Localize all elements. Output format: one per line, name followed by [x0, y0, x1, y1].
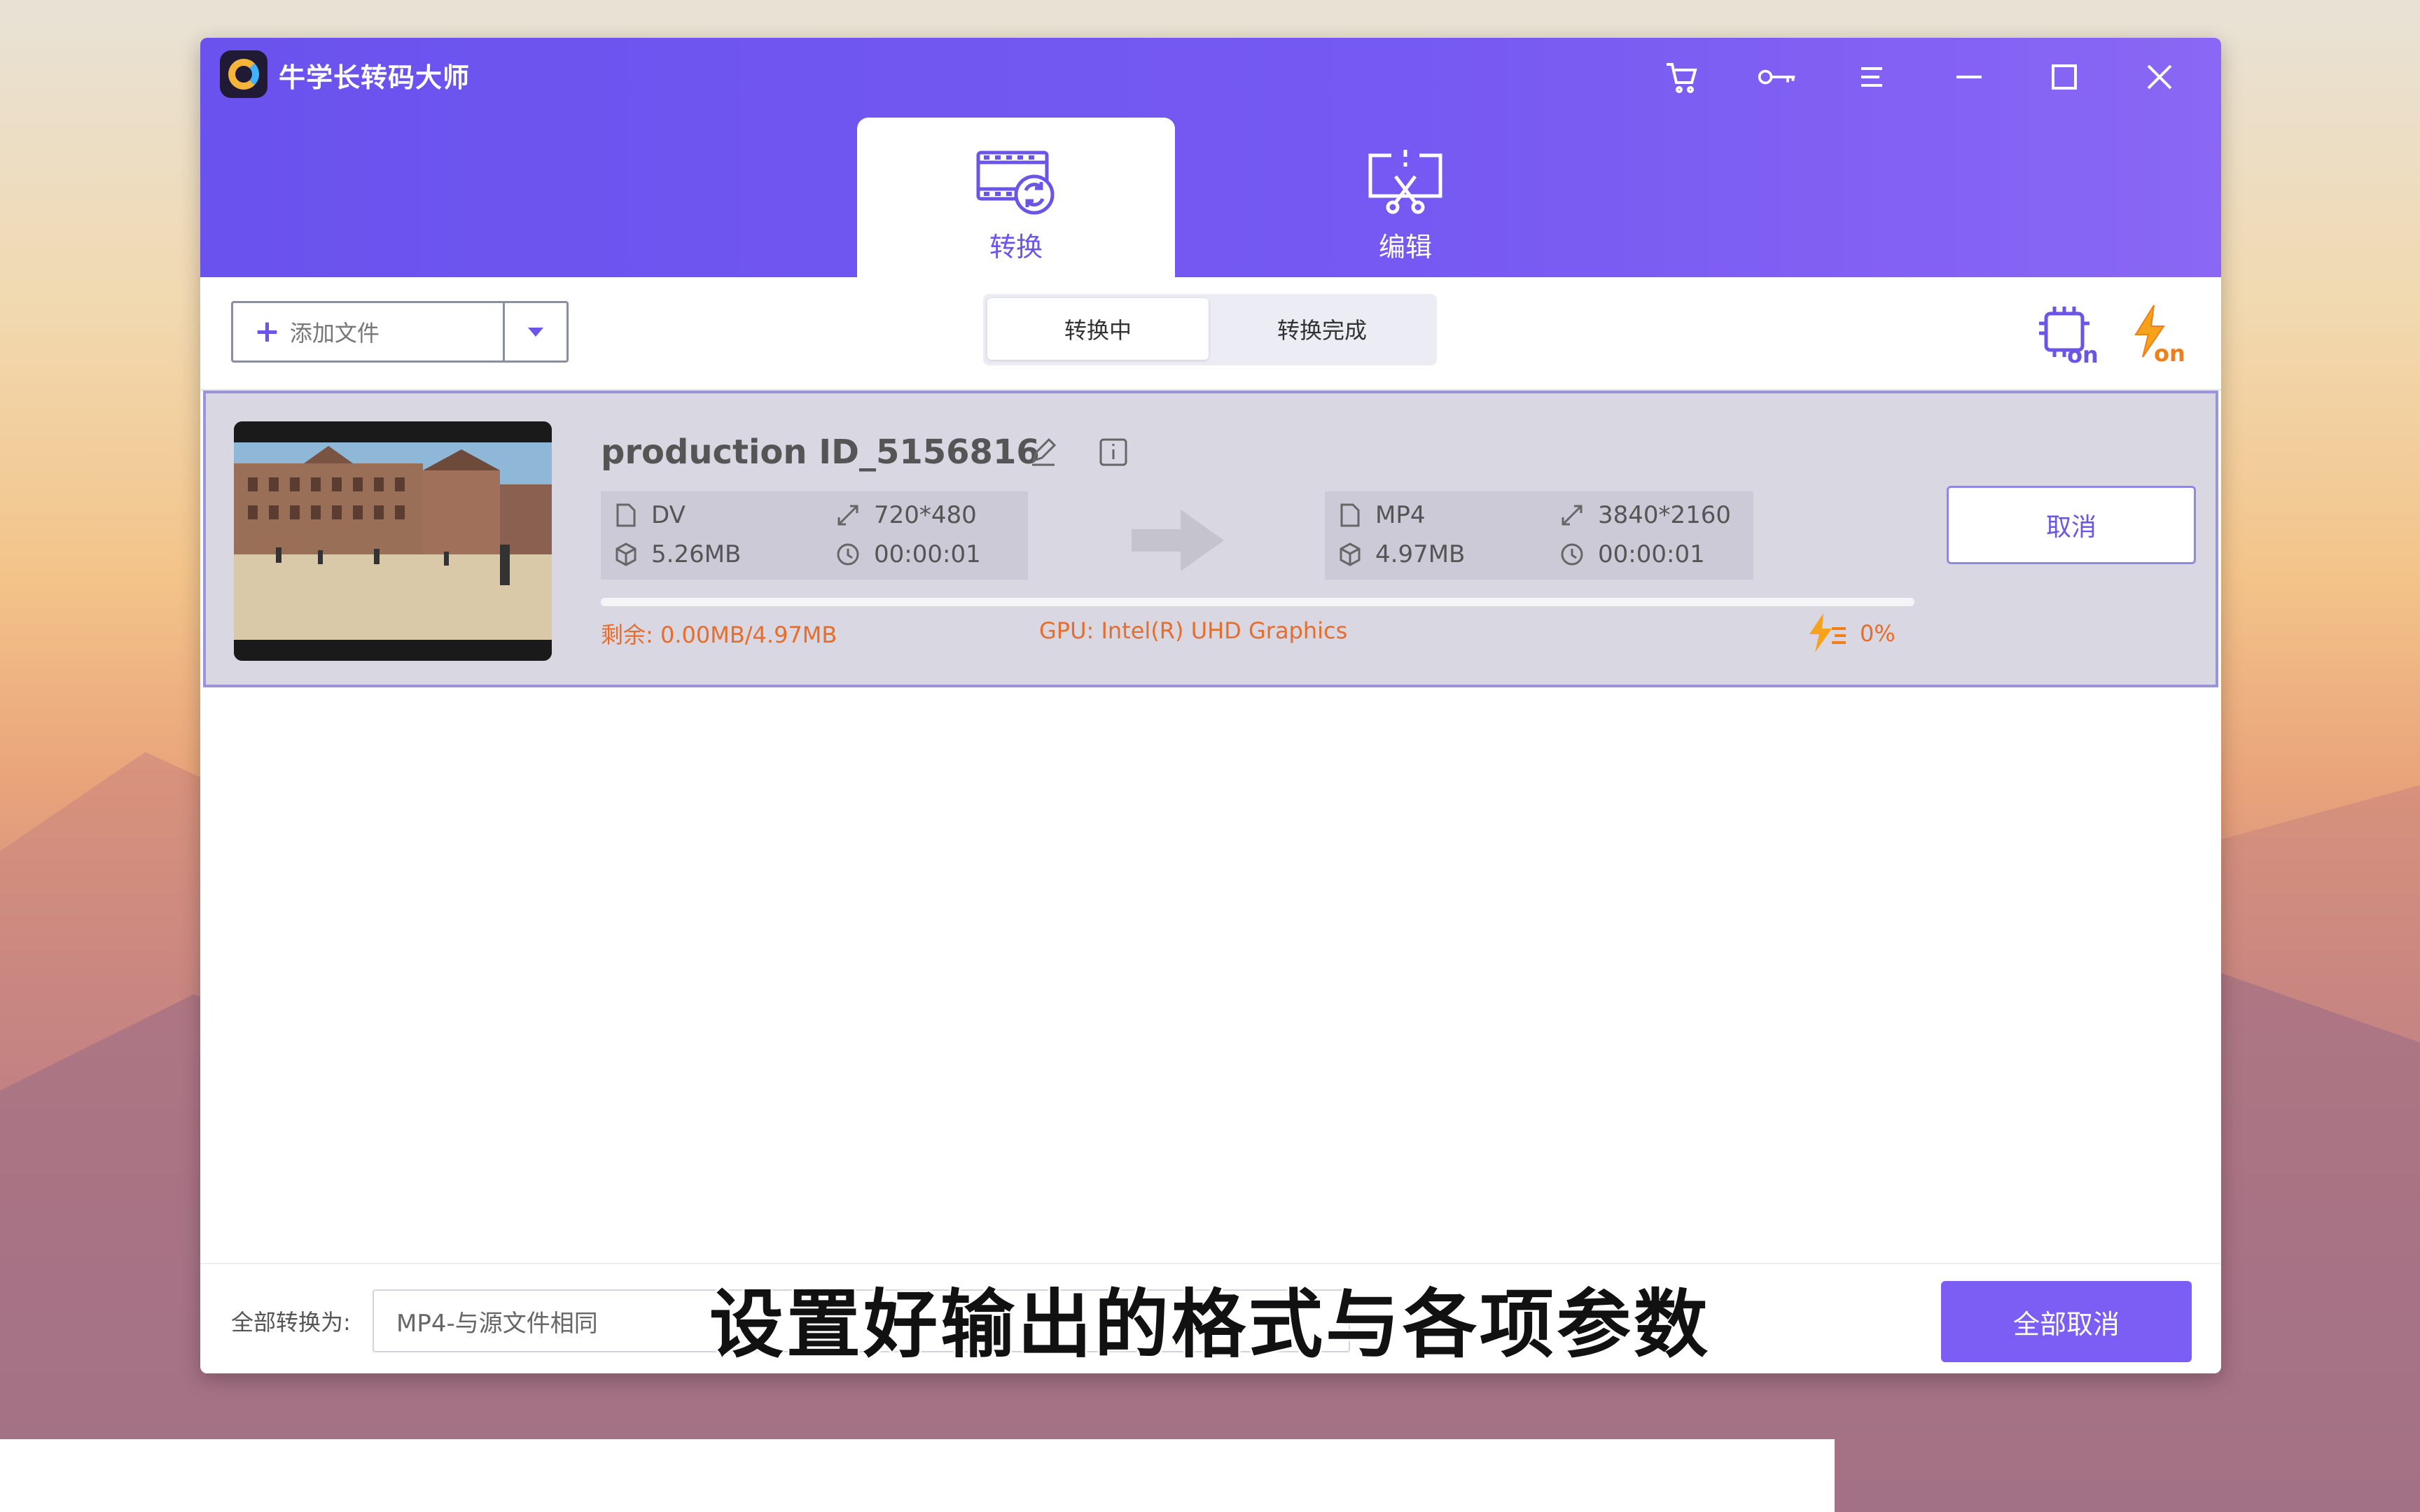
target-duration: 00:00:01: [1560, 540, 1705, 568]
hw-accel-badge: on: [2067, 342, 2099, 365]
minimize-icon[interactable]: [1948, 56, 1990, 98]
progress-bar: [601, 598, 1914, 606]
lightning-icon: on: [2134, 304, 2185, 367]
add-file-dropdown[interactable]: [503, 303, 566, 360]
edit-scissors-icon: [1363, 147, 1447, 217]
flash-badge: on: [2154, 340, 2185, 365]
resize-icon: [1562, 505, 1583, 526]
tab-edit[interactable]: 编辑: [1246, 118, 1564, 277]
hardware-accel-toggle[interactable]: on: [2036, 302, 2099, 368]
app-title: 牛学长转码大师: [279, 62, 471, 93]
status-segment: 转换中 转换完成: [983, 294, 1437, 365]
app-logo-icon: [220, 50, 267, 98]
flash-mode-toggle[interactable]: on: [2126, 302, 2189, 367]
clock-icon: [837, 543, 859, 566]
source-duration: 00:00:01: [836, 540, 981, 568]
app-window: 牛学长转码大师 转换 编辑 + 添加文件 转换中 转换完成 on on prod…: [200, 38, 2221, 1373]
tab-edit-label: 编辑: [1378, 232, 1432, 262]
chip-icon: on: [2039, 307, 2099, 368]
resize-icon: [837, 505, 858, 526]
film-convert-icon: [974, 147, 1058, 217]
add-file-button[interactable]: + 添加文件: [233, 303, 503, 360]
cancel-button[interactable]: 取消: [1947, 486, 2196, 564]
gpu-info: GPU: Intel(R) UHD Graphics: [1039, 617, 1348, 644]
source-format: DV: [615, 501, 686, 529]
cube-icon: [616, 542, 637, 566]
file-name: production ID_5156816: [601, 433, 1040, 472]
close-icon[interactable]: [2139, 56, 2181, 98]
cart-icon[interactable]: [1661, 56, 1703, 98]
segment-converting[interactable]: 转换中: [987, 298, 1209, 360]
video-subtitle: 设置好输出的格式与各项参数: [709, 1282, 1711, 1368]
remaining-size: 剩余: 0.00MB/4.97MB: [601, 622, 837, 648]
menu-icon[interactable]: [1851, 56, 1893, 98]
desktop-bottom-area: [0, 1439, 1835, 1512]
target-format: MP4: [1339, 501, 1425, 529]
chevron-down-icon: [528, 327, 543, 337]
rename-pencil-icon[interactable]: [1027, 435, 1060, 469]
tab-convert-label: 转换: [989, 232, 1043, 262]
file-icon: [1340, 503, 1360, 527]
file-list-item[interactable]: production ID_5156816 DV 720*480 5.26MB …: [203, 391, 2218, 687]
target-info-box: MP4 3840*2160 4.97MB 00:00:01: [1325, 491, 1753, 580]
convert-arrow-icon: [1129, 505, 1227, 575]
file-icon: [616, 503, 636, 527]
progress-percent: 0%: [1860, 620, 1896, 647]
speed-lightning-icon: [1804, 610, 1849, 655]
add-file-button-group: + 添加文件: [231, 301, 569, 363]
tab-convert[interactable]: 转换: [857, 118, 1175, 277]
source-size: 5.26MB: [615, 540, 741, 568]
source-info-box: DV 720*480 5.26MB 00:00:01: [601, 491, 1028, 580]
target-size: 4.97MB: [1339, 540, 1465, 568]
toolbar: + 添加文件 转换中 转换完成 on on: [200, 277, 2221, 391]
title-bar: 牛学长转码大师 转换 编辑: [200, 38, 2221, 277]
info-icon[interactable]: [1097, 435, 1130, 469]
plus-icon: +: [254, 314, 280, 349]
add-file-label: 添加文件: [289, 320, 380, 346]
cube-icon: [1340, 542, 1361, 566]
maximize-icon[interactable]: [2043, 56, 2085, 98]
video-thumbnail: [234, 421, 552, 661]
key-icon[interactable]: [1756, 56, 1798, 98]
source-resolution: 720*480: [836, 501, 977, 529]
clock-icon: [1561, 543, 1583, 566]
target-resolution: 3840*2160: [1560, 501, 1731, 529]
segment-completed[interactable]: 转换完成: [1211, 298, 1433, 360]
